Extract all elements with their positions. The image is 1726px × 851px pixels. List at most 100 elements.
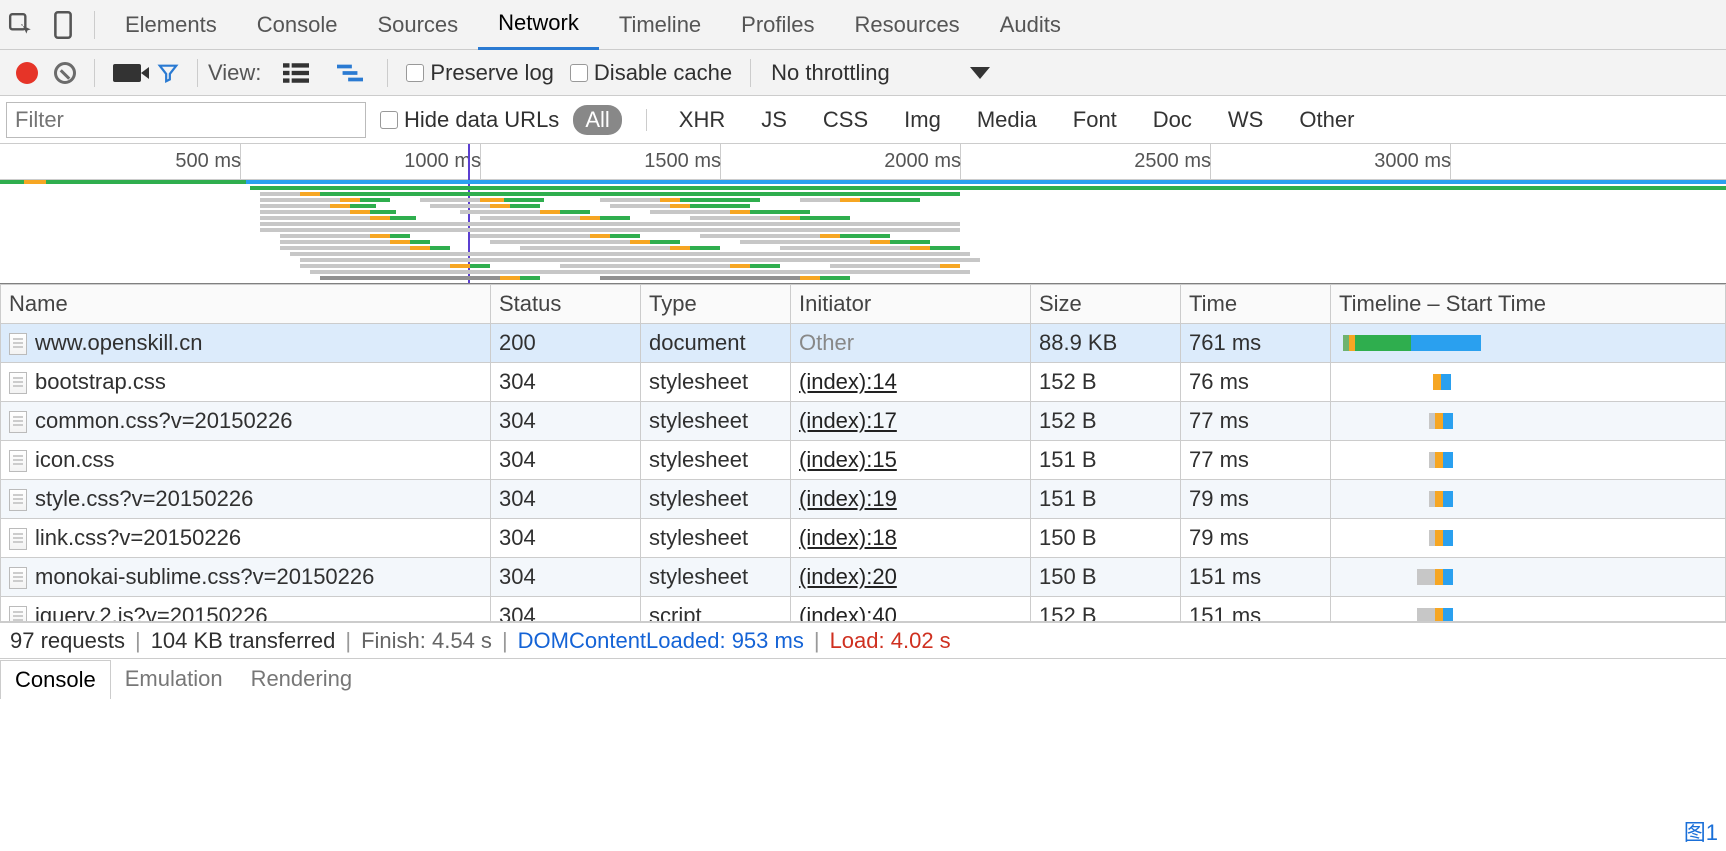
overview-segment	[24, 180, 46, 184]
initiator-link[interactable]: (index):19	[799, 486, 897, 511]
column-header[interactable]: Name	[1, 285, 491, 324]
status-transferred: 104 KB transferred	[151, 628, 336, 654]
initiator-link[interactable]: (index):14	[799, 369, 897, 394]
drawer-tab-console[interactable]: Console	[0, 660, 111, 699]
timeline-overview[interactable]	[0, 180, 1726, 284]
overview-segment	[340, 198, 360, 202]
overview-segment	[370, 216, 390, 220]
initiator-link[interactable]: (index):18	[799, 525, 897, 550]
filter-type-img[interactable]: Img	[896, 107, 949, 133]
panel-tab-network[interactable]: Network	[478, 0, 599, 50]
overview-segment	[540, 210, 560, 214]
network-toolbar: View: Preserve log Disable cache No thro…	[0, 50, 1726, 96]
filter-type-ws[interactable]: WS	[1220, 107, 1271, 133]
timeline-bar	[1339, 335, 1717, 351]
inspect-element-icon[interactable]	[0, 12, 42, 38]
view-waterfall-button[interactable]	[331, 63, 369, 83]
column-header[interactable]: Type	[641, 285, 791, 324]
filter-bar: Hide data URLs All XHR JS CSS Img Media Font D…	[0, 96, 1726, 144]
panel-tab-profiles[interactable]: Profiles	[721, 0, 834, 50]
overview-segment	[300, 192, 320, 196]
overview-segment	[504, 198, 544, 202]
timeline-bar	[1339, 374, 1717, 390]
table-row[interactable]: link.css?v=20150226304stylesheet(index):…	[1, 519, 1726, 558]
preserve-log-checkbox[interactable]: Preserve log	[406, 60, 554, 86]
overview-segment	[680, 198, 760, 202]
filter-type-media[interactable]: Media	[969, 107, 1045, 133]
overview-segment	[930, 246, 960, 250]
filter-type-css[interactable]: CSS	[815, 107, 876, 133]
table-row[interactable]: jquery.2.js?v=20150226304script(index):4…	[1, 597, 1726, 623]
initiator-link[interactable]: (index):40	[799, 603, 897, 622]
column-header[interactable]: Status	[491, 285, 641, 324]
filter-type-font[interactable]: Font	[1065, 107, 1125, 133]
column-header[interactable]: Time	[1181, 285, 1331, 324]
overview-segment	[690, 216, 780, 220]
filter-type-other[interactable]: Other	[1291, 107, 1362, 133]
filter-toggle-button[interactable]	[157, 62, 179, 84]
table-row[interactable]: monokai-sublime.css?v=20150226304stylesh…	[1, 558, 1726, 597]
overview-segment	[260, 216, 370, 220]
table-row[interactable]: style.css?v=20150226304stylesheet(index)…	[1, 480, 1726, 519]
overview-segment	[520, 246, 670, 250]
column-header[interactable]: Timeline – Start Time	[1331, 285, 1726, 324]
overview-segment	[630, 240, 650, 244]
table-row[interactable]: common.css?v=20150226304stylesheet(index…	[1, 402, 1726, 441]
overview-segment	[260, 192, 300, 196]
overview-segment	[390, 240, 410, 244]
overview-segment	[730, 210, 750, 214]
overview-segment	[690, 204, 750, 208]
overview-segment	[870, 240, 890, 244]
panel-tab-sources[interactable]: Sources	[357, 0, 478, 50]
requests-table: NameStatusTypeInitiatorSizeTimeTimeline …	[0, 284, 1726, 622]
file-icon	[9, 411, 27, 433]
filter-input[interactable]	[6, 102, 366, 138]
overview-segment	[650, 210, 730, 214]
column-header[interactable]: Size	[1031, 285, 1181, 324]
panel-tab-audits[interactable]: Audits	[980, 0, 1081, 50]
filter-type-doc[interactable]: Doc	[1145, 107, 1200, 133]
overview-segment	[246, 180, 1726, 184]
filter-type-xhr[interactable]: XHR	[671, 107, 733, 133]
overview-segment	[430, 204, 490, 208]
initiator-link[interactable]: (index):20	[799, 564, 897, 589]
table-row[interactable]: icon.css304stylesheet(index):15151 B77 m…	[1, 441, 1726, 480]
overview-segment	[860, 198, 920, 202]
panel-tab-console[interactable]: Console	[237, 0, 358, 50]
separator	[646, 109, 647, 131]
panel-tab-timeline[interactable]: Timeline	[599, 0, 721, 50]
throttling-select[interactable]: No throttling	[761, 60, 1000, 86]
initiator-link[interactable]: (index):17	[799, 408, 897, 433]
clear-button[interactable]	[54, 62, 76, 84]
initiator-link[interactable]: (index):15	[799, 447, 897, 472]
overview-segment	[46, 180, 246, 184]
timeline-bar	[1339, 608, 1717, 622]
table-row[interactable]: www.openskill.cn200documentOther88.9 KB7…	[1, 324, 1726, 363]
drawer-tab-rendering[interactable]: Rendering	[237, 660, 367, 698]
file-icon	[9, 567, 27, 589]
timeline-ruler[interactable]: 500 ms1000 ms1500 ms2000 ms2500 ms3000 m…	[0, 144, 1726, 180]
hide-data-urls-checkbox[interactable]: Hide data URLs	[380, 107, 559, 133]
record-button[interactable]	[16, 62, 38, 84]
drawer-tab-emulation[interactable]: Emulation	[111, 660, 237, 698]
panel-tab-resources[interactable]: Resources	[835, 0, 980, 50]
table-row[interactable]: bootstrap.css304stylesheet(index):14152 …	[1, 363, 1726, 402]
filter-type-js[interactable]: JS	[753, 107, 795, 133]
column-header[interactable]: Initiator	[791, 285, 1031, 324]
overview-segment	[260, 222, 960, 226]
overview-segment	[650, 240, 680, 244]
overview-segment	[840, 234, 890, 238]
disable-cache-label: Disable cache	[594, 60, 732, 86]
file-icon	[9, 333, 27, 355]
timeline-bar	[1339, 413, 1717, 429]
capture-screenshots-button[interactable]	[113, 64, 141, 82]
overview-segment	[470, 264, 490, 268]
file-icon	[9, 528, 27, 550]
filter-type-all[interactable]: All	[573, 105, 621, 135]
panel-tab-elements[interactable]: Elements	[105, 0, 237, 50]
overview-segment	[410, 240, 430, 244]
disable-cache-checkbox[interactable]: Disable cache	[570, 60, 732, 86]
device-mode-icon[interactable]	[42, 11, 84, 39]
overview-segment	[820, 234, 840, 238]
view-list-button[interactable]	[277, 63, 315, 83]
